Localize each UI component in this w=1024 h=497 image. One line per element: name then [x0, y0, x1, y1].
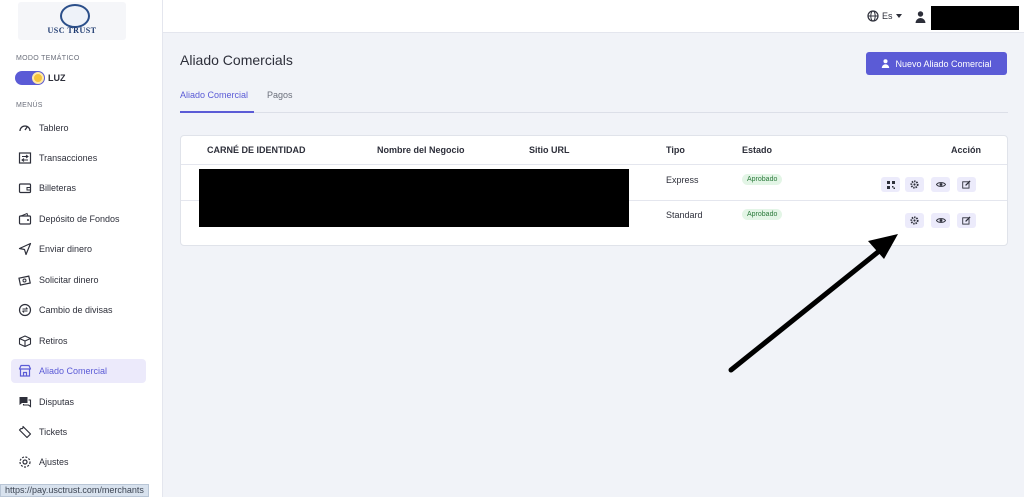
annotation-arrow-icon — [728, 234, 898, 373]
